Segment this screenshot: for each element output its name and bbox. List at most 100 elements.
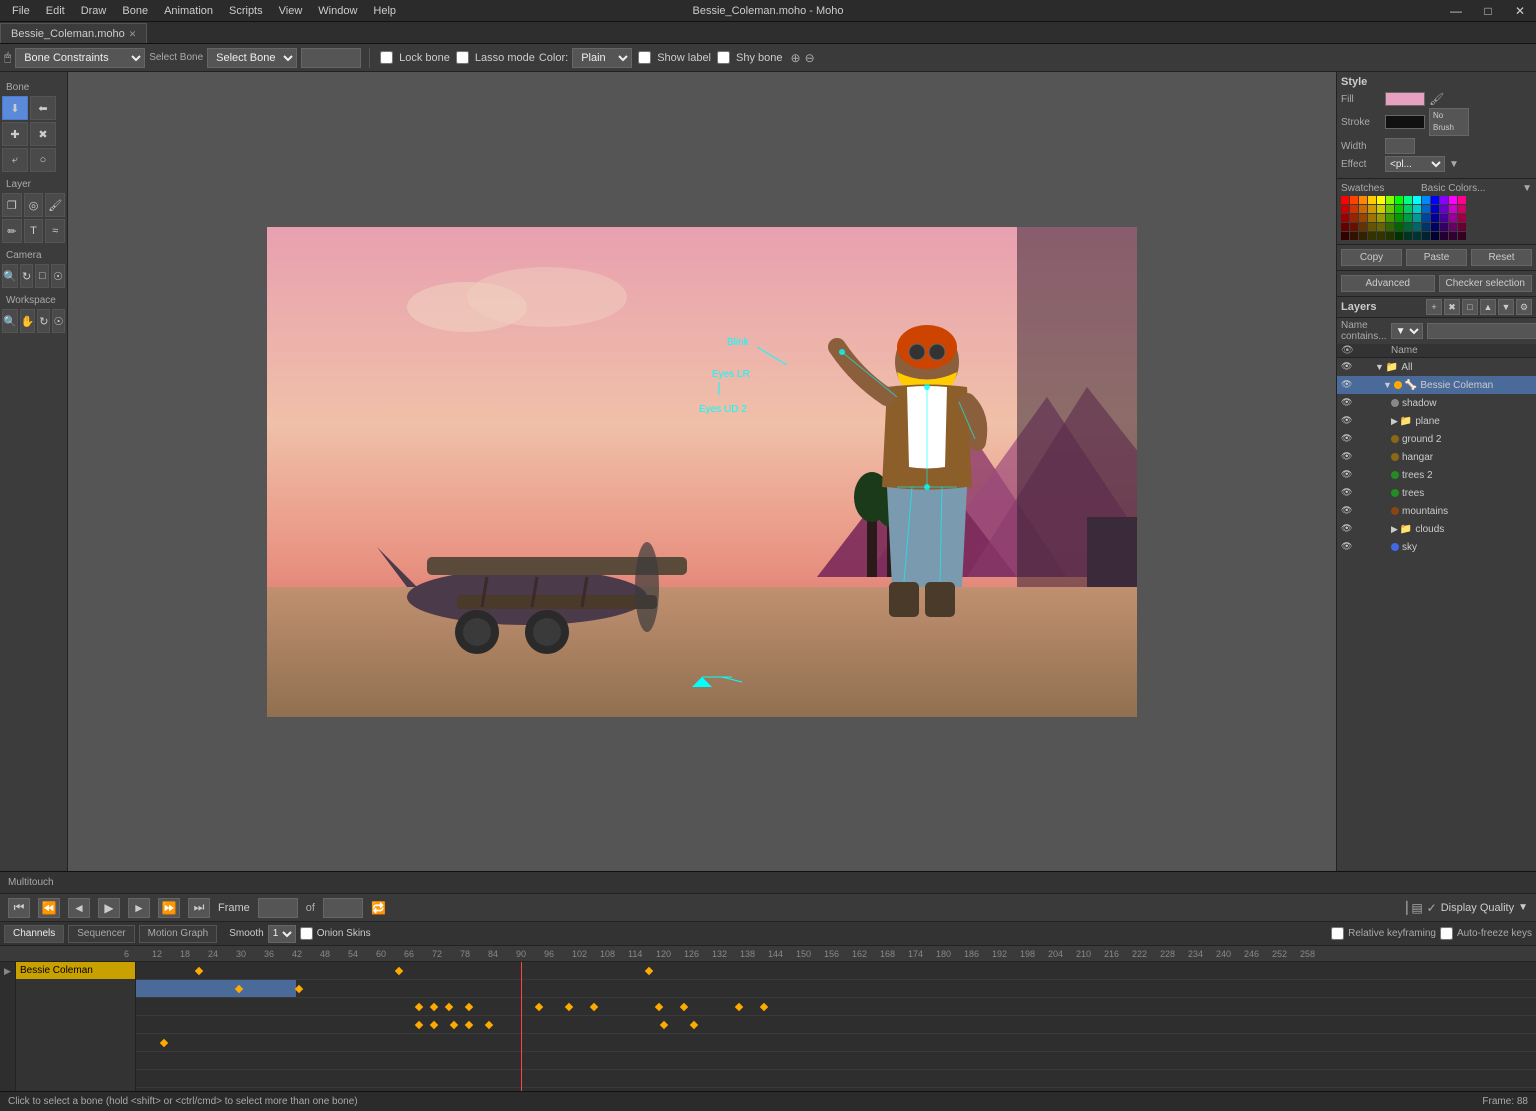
name-filter-input[interactable] (1427, 323, 1536, 339)
menu-view[interactable]: View (271, 0, 311, 22)
palette-color-cell[interactable] (1350, 223, 1358, 231)
camera-zoom-tool[interactable]: □ (35, 264, 49, 288)
layer-text-tool[interactable]: T (24, 219, 44, 243)
layer-sky[interactable]: 👁 sky (1337, 538, 1536, 556)
palette-color-cell[interactable] (1449, 205, 1457, 213)
palette-color-cell[interactable] (1431, 223, 1439, 231)
palette-color-cell[interactable] (1359, 232, 1367, 240)
kf-3-5[interactable] (535, 1002, 543, 1010)
palette-color-cell[interactable] (1377, 214, 1385, 222)
menu-scripts[interactable]: Scripts (221, 0, 271, 22)
layer-bc-expand[interactable]: ▼ (1383, 380, 1392, 390)
palette-color-cell[interactable] (1395, 232, 1403, 240)
menu-edit[interactable]: Edit (38, 0, 73, 22)
kf-1-3[interactable] (645, 966, 653, 974)
palette-color-cell[interactable] (1449, 196, 1457, 204)
palette-color-cell[interactable] (1395, 223, 1403, 231)
reset-button[interactable]: Reset (1471, 249, 1532, 266)
palette-color-cell[interactable] (1395, 196, 1403, 204)
layer-mountains[interactable]: 👁 mountains (1337, 502, 1536, 520)
win-close[interactable]: ✕ (1504, 0, 1536, 22)
effect-select[interactable]: <pl... (1385, 156, 1445, 172)
layer-shadow[interactable]: 👁 shadow (1337, 394, 1536, 412)
workspace-orbit-tool[interactable]: ☉ (52, 309, 65, 333)
stroke-color-swatch[interactable] (1385, 115, 1425, 129)
transform-bone-tool[interactable]: ⬅ (30, 96, 56, 120)
palette-color-cell[interactable] (1359, 196, 1367, 204)
prev-frame-button[interactable]: ⏪ (38, 898, 60, 918)
win-maximize[interactable]: □ (1472, 0, 1504, 22)
kf-3-10[interactable] (735, 1002, 743, 1010)
kf-4-6[interactable] (660, 1020, 668, 1028)
kf-3-9[interactable] (680, 1002, 688, 1010)
palette-color-cell[interactable] (1413, 214, 1421, 222)
palette-color-cell[interactable] (1413, 205, 1421, 213)
palette-color-cell[interactable] (1386, 232, 1394, 240)
show-label-checkbox[interactable] (638, 51, 651, 64)
palette-color-cell[interactable] (1449, 223, 1457, 231)
kf-2-2[interactable] (295, 984, 303, 992)
kf-4-7[interactable] (690, 1020, 698, 1028)
workspace-pan-tool[interactable]: ✋ (20, 309, 36, 333)
kf-3-3[interactable] (445, 1002, 453, 1010)
palette-color-cell[interactable] (1395, 205, 1403, 213)
palette-color-cell[interactable] (1458, 205, 1466, 213)
layer-ground2-eye[interactable]: 👁 (1341, 433, 1353, 445)
lock-bone-checkbox[interactable] (380, 51, 393, 64)
palette-color-cell[interactable] (1404, 223, 1412, 231)
tl-side-option1[interactable] (0, 998, 15, 1016)
palette-color-cell[interactable] (1386, 214, 1394, 222)
palette-color-cell[interactable] (1377, 196, 1385, 204)
palette-color-cell[interactable] (1404, 196, 1412, 204)
layer-all-eye[interactable]: 👁 (1341, 361, 1353, 373)
no-brush-button[interactable]: No Brush (1429, 108, 1469, 136)
palette-color-cell[interactable] (1350, 214, 1358, 222)
palette-color-cell[interactable] (1440, 205, 1448, 213)
layer-hangar-eye[interactable]: 👁 (1341, 451, 1353, 463)
layer-trees2[interactable]: 👁 trees 2 (1337, 466, 1536, 484)
palette-color-cell[interactable] (1449, 214, 1457, 222)
palette-color-cell[interactable] (1458, 223, 1466, 231)
layer-plane-expand[interactable]: ▶ (1391, 416, 1398, 427)
palette-color-cell[interactable] (1377, 223, 1385, 231)
kf-4-3[interactable] (450, 1020, 458, 1028)
smooth-select[interactable]: 12 (268, 925, 296, 943)
reparent-tool[interactable]: ⤶ (2, 148, 28, 172)
palette-color-cell[interactable] (1341, 205, 1349, 213)
fill-color-swatch[interactable] (1385, 92, 1425, 106)
layer-trees2-eye[interactable]: 👁 (1341, 469, 1353, 481)
bone-strength-tool[interactable]: ○ (30, 148, 56, 172)
kf-3-4[interactable] (465, 1002, 473, 1010)
palette-color-cell[interactable] (1377, 232, 1385, 240)
palette-color-cell[interactable] (1386, 223, 1394, 231)
onion-check[interactable] (300, 927, 313, 940)
kf-4-1[interactable] (415, 1020, 423, 1028)
layer-edit-tool[interactable]: ✏ (2, 219, 22, 243)
palette-color-cell[interactable] (1431, 214, 1439, 222)
tl-side-option2[interactable] (0, 1016, 15, 1034)
palette-color-cell[interactable] (1359, 214, 1367, 222)
name-filter-select[interactable]: ▼ (1391, 323, 1423, 339)
palette-color-cell[interactable] (1413, 223, 1421, 231)
palette-color-cell[interactable] (1386, 196, 1394, 204)
palette-color-cell[interactable] (1404, 205, 1412, 213)
palette-color-cell[interactable] (1368, 214, 1376, 222)
kf-1-1[interactable] (195, 966, 203, 974)
palette-color-cell[interactable] (1431, 205, 1439, 213)
palette-color-cell[interactable] (1368, 223, 1376, 231)
kf-1-2[interactable] (395, 966, 403, 974)
palette-color-cell[interactable] (1359, 205, 1367, 213)
tl-label-bessie[interactable]: Bessie Coleman (16, 962, 135, 980)
layer-transform-tool[interactable]: ❐ (2, 193, 22, 217)
file-tab[interactable]: Bessie_Coleman.moho ✕ (0, 23, 147, 43)
tab-channels[interactable]: Channels (4, 925, 64, 943)
layer-mountains-eye[interactable]: 👁 (1341, 505, 1353, 517)
width-input[interactable]: 4 (1385, 138, 1415, 154)
palette-color-cell[interactable] (1404, 214, 1412, 222)
palette-color-cell[interactable] (1413, 196, 1421, 204)
palette-color-cell[interactable] (1404, 232, 1412, 240)
bone-select-dropdown[interactable]: Select Bone (207, 48, 297, 68)
palette-color-cell[interactable] (1386, 205, 1394, 213)
layer-new-btn[interactable]: + (1426, 299, 1442, 315)
next-keyframe-button[interactable]: ► (128, 898, 150, 918)
